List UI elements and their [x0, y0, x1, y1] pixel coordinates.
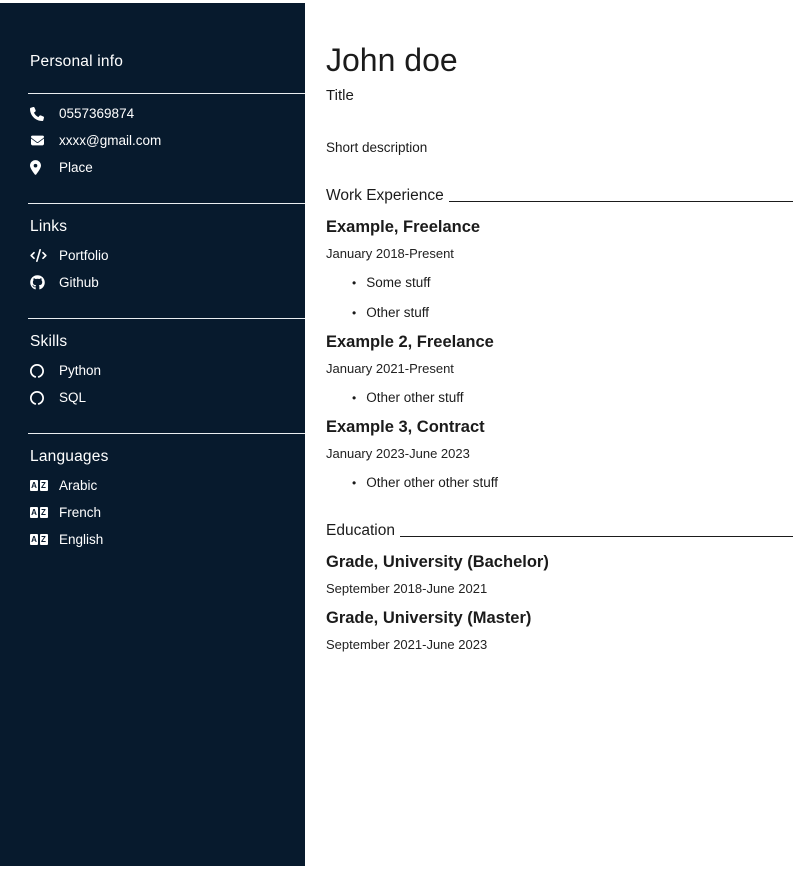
entry-date: January 2021-Present [326, 361, 793, 376]
language-label: English [59, 532, 103, 547]
entry-title: Grade, University (Bachelor) [326, 553, 793, 572]
entry-title: Example 3, Contract [326, 418, 793, 437]
entry-bullets: Some stuff Other stuff [326, 275, 793, 320]
location-pin-icon [30, 160, 50, 175]
skills-rows: Python SQL [0, 357, 305, 411]
personal-info-rows: 0557369874 xxxx@gmail.com Place [0, 100, 305, 181]
skill-item: Python [30, 357, 305, 384]
entry-date: September 2021-June 2023 [326, 637, 793, 652]
language-item: AZ French [30, 499, 305, 526]
language-icon: AZ [30, 534, 50, 545]
work-entry: Example 2, Freelance January 2021-Presen… [326, 333, 793, 405]
work-entry: Example 3, Contract January 2023-June 20… [326, 418, 793, 490]
circle-notch-icon [30, 364, 50, 378]
link-portfolio[interactable]: Portfolio [30, 242, 305, 269]
work-experience-heading: Work Experience [326, 187, 793, 205]
phone-value: 0557369874 [59, 106, 134, 121]
link-github[interactable]: Github [30, 269, 305, 296]
education-heading: Education [326, 522, 793, 540]
links-heading: Links [30, 218, 305, 236]
entry-date: January 2018-Present [326, 246, 793, 261]
envelope-icon [30, 134, 50, 147]
bullet-item: Other stuff [352, 305, 793, 320]
sidebar-divider [28, 433, 305, 434]
entry-date: January 2023-June 2023 [326, 446, 793, 461]
sidebar: Personal info 0557369874 xxxx@gmail.com … [0, 3, 305, 866]
entry-bullets: Other other stuff [326, 390, 793, 405]
education-entry: Grade, University (Bachelor) September 2… [326, 553, 793, 596]
work-experience-section: Work Experience Example, Freelance Janua… [326, 187, 793, 490]
resume-page: Personal info 0557369874 xxxx@gmail.com … [0, 0, 794, 869]
phone-icon [30, 107, 50, 121]
work-entry: Example, Freelance January 2018-Present … [326, 218, 793, 320]
skill-label: SQL [59, 390, 86, 405]
code-icon [30, 249, 50, 262]
circle-notch-icon [30, 391, 50, 405]
education-entry: Grade, University (Master) September 202… [326, 609, 793, 652]
bullet-item: Other other stuff [352, 390, 793, 405]
email-value: xxxx@gmail.com [59, 133, 161, 148]
language-item: AZ English [30, 526, 305, 553]
entry-bullets: Other other other stuff [326, 475, 793, 490]
section-heading-label: Education [326, 522, 395, 540]
person-name: John doe [326, 44, 793, 76]
email-row: xxxx@gmail.com [30, 127, 305, 154]
bullet-item: Some stuff [352, 275, 793, 290]
links-rows: Portfolio Github [0, 242, 305, 296]
language-icon: AZ [30, 507, 50, 518]
section-rule-line [400, 536, 793, 537]
sidebar-divider [28, 203, 305, 204]
personal-info-heading: Personal info [30, 53, 305, 71]
short-description: Short description [326, 140, 793, 155]
language-label: French [59, 505, 101, 520]
section-rule-line [449, 201, 793, 202]
place-row: Place [30, 154, 305, 181]
skill-label: Python [59, 363, 101, 378]
education-section: Education Grade, University (Bachelor) S… [326, 522, 793, 652]
entry-title: Grade, University (Master) [326, 609, 793, 628]
entry-date: September 2018-June 2021 [326, 581, 793, 596]
language-label: Arabic [59, 478, 97, 493]
entry-title: Example 2, Freelance [326, 333, 793, 352]
portfolio-link-label: Portfolio [59, 248, 109, 263]
bullet-item: Other other other stuff [352, 475, 793, 490]
language-item: AZ Arabic [30, 472, 305, 499]
place-value: Place [59, 160, 93, 175]
languages-heading: Languages [30, 448, 305, 466]
language-icon: AZ [30, 480, 50, 491]
languages-rows: AZ Arabic AZ French AZ English [0, 472, 305, 553]
github-icon [30, 275, 50, 290]
section-heading-label: Work Experience [326, 187, 444, 205]
skills-heading: Skills [30, 333, 305, 351]
entry-title: Example, Freelance [326, 218, 793, 237]
sidebar-divider [28, 93, 305, 94]
phone-row: 0557369874 [30, 100, 305, 127]
resume-main: John doe Title Short description Work Ex… [326, 0, 794, 652]
person-title: Title [326, 87, 793, 104]
sidebar-divider [28, 318, 305, 319]
skill-item: SQL [30, 384, 305, 411]
github-link-label: Github [59, 275, 99, 290]
